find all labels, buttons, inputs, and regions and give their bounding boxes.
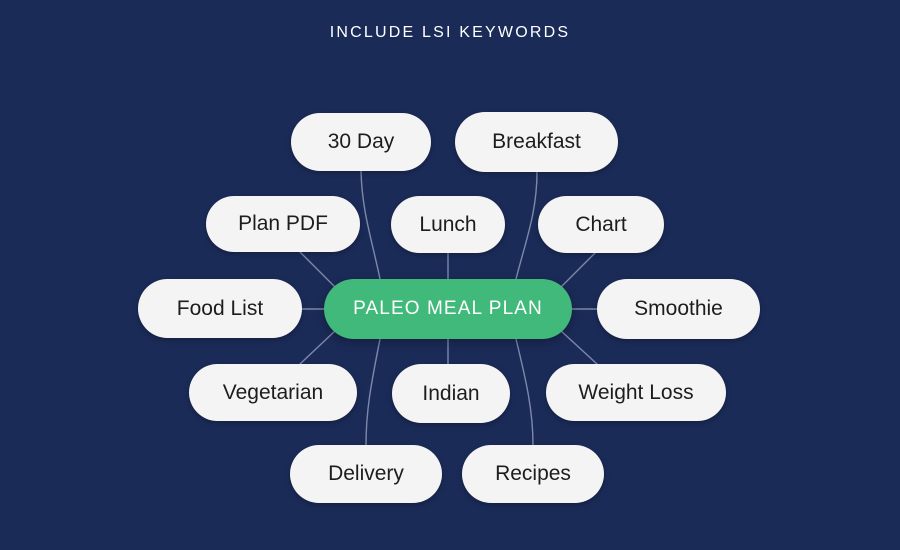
node-label: PALEO MEAL PLAN — [353, 298, 543, 319]
node-label: Breakfast — [492, 130, 581, 153]
center-node[interactable]: PALEO MEAL PLAN — [324, 279, 572, 339]
connector-line — [299, 329, 337, 365]
node-label: Weight Loss — [578, 380, 694, 404]
node-vegetarian[interactable]: Vegetarian — [189, 364, 357, 421]
node-smoothie[interactable]: Smoothie — [597, 279, 760, 339]
connector-line — [559, 251, 597, 289]
node-label: Smoothie — [634, 297, 723, 320]
node-label: Food List — [176, 296, 264, 320]
connector-line — [299, 251, 337, 289]
node-recipes[interactable]: Recipes — [462, 445, 604, 503]
connector-line — [515, 338, 534, 446]
connector-line — [515, 171, 538, 280]
mindmap-canvas: INCLUDE LSI KEYWORDS 30 Day Breakfast Plan… — [0, 0, 900, 550]
node-plan-pdf[interactable]: Plan PDF — [206, 196, 360, 252]
node-label: Lunch — [419, 212, 477, 236]
page-title: INCLUDE LSI KEYWORDS — [329, 24, 571, 41]
node-weight-loss[interactable]: Weight Loss — [546, 364, 726, 421]
node-30-day[interactable]: 30 Day — [291, 113, 431, 171]
node-label: Plan PDF — [238, 212, 328, 235]
node-delivery[interactable]: Delivery — [290, 445, 442, 503]
node-label: Indian — [422, 381, 480, 405]
node-chart[interactable]: Chart — [538, 196, 664, 253]
node-label: Vegetarian — [222, 380, 324, 404]
node-breakfast[interactable]: Breakfast — [455, 112, 618, 172]
node-label: Delivery — [328, 462, 404, 485]
node-label: Chart — [575, 212, 627, 236]
connector-line — [365, 338, 381, 446]
node-lunch[interactable]: Lunch — [391, 196, 505, 253]
connector-line — [559, 329, 598, 365]
connector-line — [360, 170, 381, 280]
node-indian[interactable]: Indian — [392, 364, 510, 423]
node-label: 30 Day — [327, 130, 395, 153]
connector-lines — [299, 170, 598, 446]
node-label: Recipes — [495, 462, 571, 485]
node-food-list[interactable]: Food List — [138, 279, 302, 338]
